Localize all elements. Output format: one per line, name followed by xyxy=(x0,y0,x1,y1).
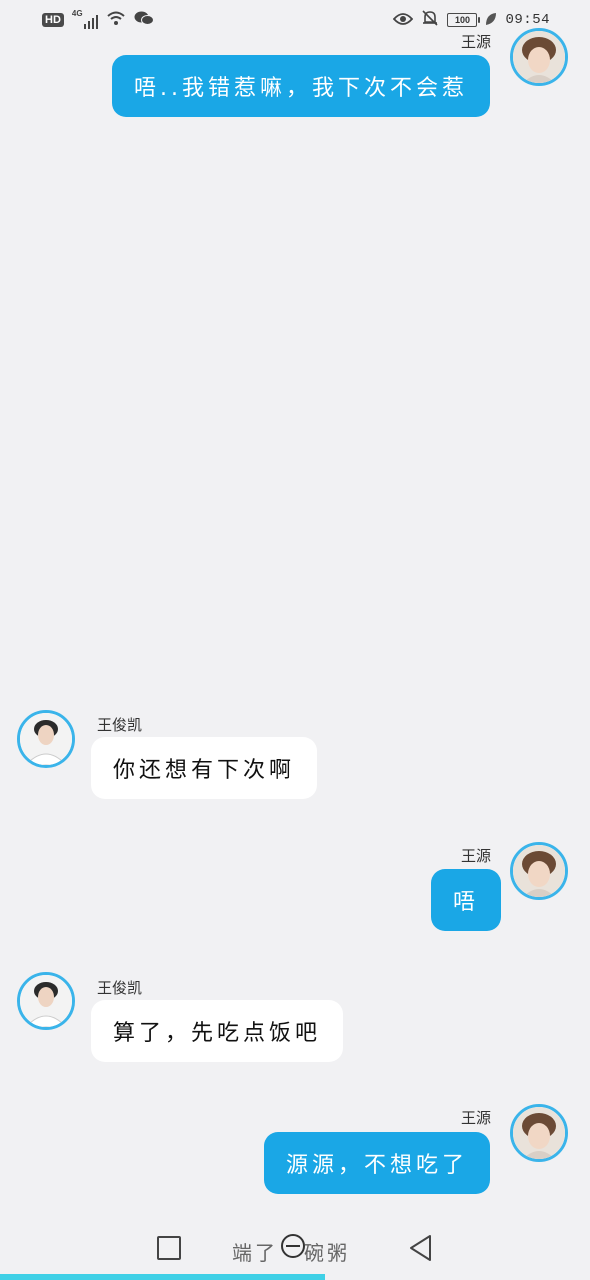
sender-name: 王俊凯 xyxy=(97,979,143,997)
navigation-bar: 端了 碗粥 xyxy=(0,1218,590,1280)
signal-icon: 4G xyxy=(71,9,98,29)
status-left: HD 4G xyxy=(42,9,154,30)
wifi-icon xyxy=(106,10,126,30)
overlay-text-b: 碗粥 xyxy=(304,1241,350,1265)
chat-bubble-outgoing[interactable]: 唔 xyxy=(431,869,502,931)
clock: 09:54 xyxy=(505,12,550,28)
overlay-text-a: 端了 xyxy=(232,1241,278,1265)
recents-square-icon[interactable] xyxy=(157,1236,181,1260)
chat-bubble-incoming[interactable]: 算了，先吃点饭吧 xyxy=(91,1000,344,1062)
avatar-wangjunkai[interactable] xyxy=(17,972,75,1030)
hd-badge: HD xyxy=(42,13,64,27)
status-bar: HD 4G 100 09:54 xyxy=(0,0,590,40)
sender-name: 王源 xyxy=(461,33,492,51)
chat-bubble-outgoing[interactable]: 唔..我错惹嘛，我下次不会惹 xyxy=(112,55,490,117)
reading-progress-bar xyxy=(0,1274,325,1280)
back-triangle-icon[interactable] xyxy=(408,1234,434,1266)
home-circle-icon[interactable] xyxy=(281,1234,305,1258)
wechat-icon xyxy=(134,10,154,30)
sender-name: 王源 xyxy=(461,1109,492,1127)
avatar-wangyuan[interactable] xyxy=(510,842,568,900)
chat-bubble-outgoing[interactable]: 源源，不想吃了 xyxy=(264,1132,491,1194)
leaf-icon xyxy=(485,11,497,30)
eye-icon xyxy=(393,11,414,30)
network-type-label: 4G xyxy=(71,9,83,18)
sender-name: 王源 xyxy=(461,847,492,865)
sender-name: 王俊凯 xyxy=(97,716,143,734)
avatar-wangyuan[interactable] xyxy=(510,1104,568,1162)
battery-icon: 100 xyxy=(447,13,481,27)
chat-bubble-incoming[interactable]: 你还想有下次啊 xyxy=(91,737,318,799)
bell-off-icon xyxy=(421,9,439,31)
avatar-wangjunkai[interactable] xyxy=(17,710,75,768)
status-right: 100 09:54 xyxy=(393,9,550,31)
avatar-wangyuan[interactable] xyxy=(510,28,568,86)
